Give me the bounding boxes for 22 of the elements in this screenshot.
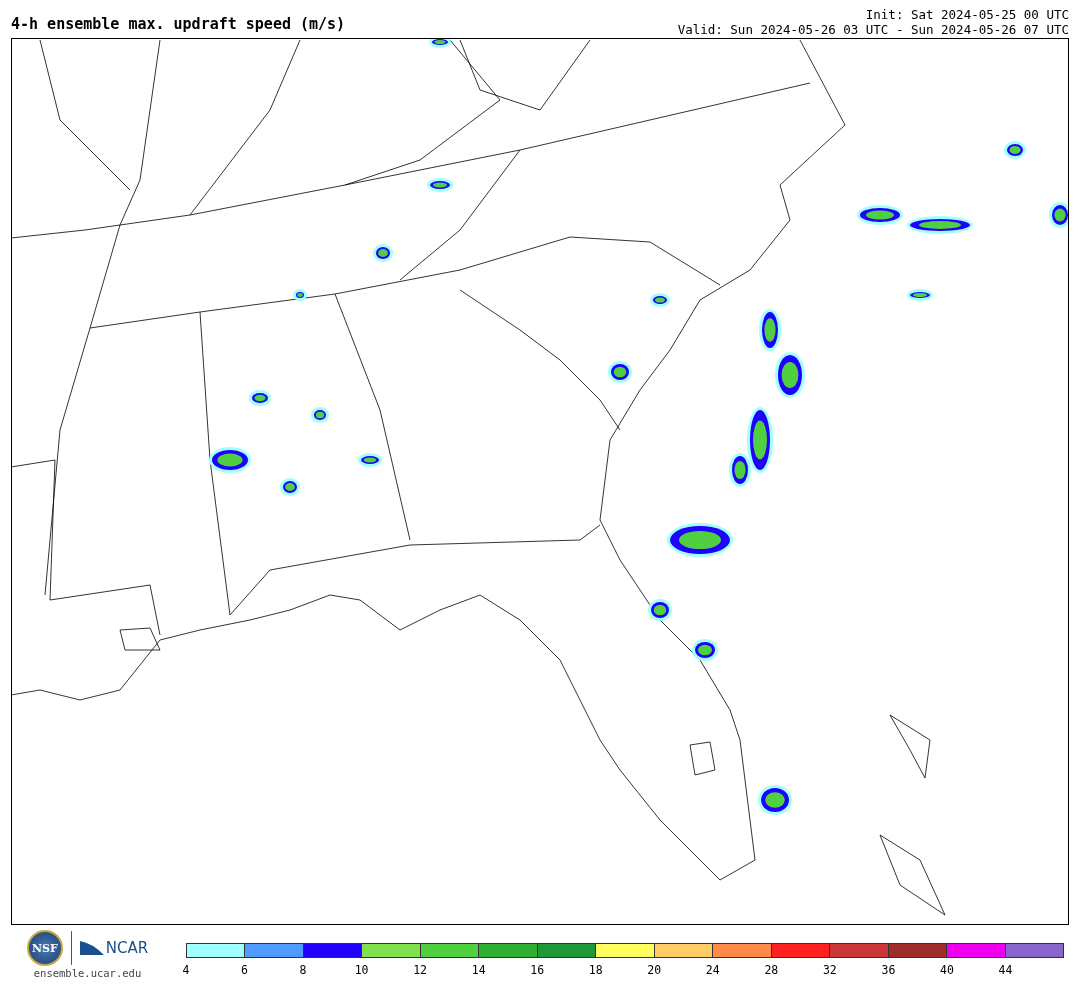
nsf-logo: NSF — [26, 930, 63, 966]
scale-tick-label: 14 — [471, 963, 486, 977]
ncar-logo-text: NCAR — [105, 939, 149, 957]
chart-title: 4-h ensemble max. updraft speed (m/s) — [11, 15, 346, 35]
valid-time: Valid: Sun 2024-05-26 03 UTC - Sun 2024-05-26 07 UTC — [677, 22, 1069, 37]
scale-tick-label: 4 — [182, 963, 190, 977]
scale-tick-label: 16 — [530, 963, 545, 977]
scale-tick-label: 20 — [647, 963, 662, 977]
scale-tick-label: 18 — [588, 963, 603, 977]
scale-tick-label: 10 — [354, 963, 369, 977]
scale-tick-label: 36 — [881, 963, 896, 977]
scale-tick-label: 24 — [705, 963, 720, 977]
ncar-logo-icon — [79, 939, 104, 957]
scale-tick-label: 28 — [764, 963, 779, 977]
scale-tick-label: 44 — [998, 963, 1013, 977]
scale-tick-label: 6 — [241, 963, 248, 977]
scale-tick-label: 12 — [413, 963, 428, 977]
scale-tick-label: 8 — [299, 963, 307, 977]
scale-tick-label: 40 — [940, 963, 954, 977]
init-time: Init: Sat 2024-05-25 00 UTC — [865, 7, 1069, 22]
scale-tick-label: 32 — [822, 963, 837, 977]
website-url: ensemble.ucar.edu — [33, 967, 142, 979]
